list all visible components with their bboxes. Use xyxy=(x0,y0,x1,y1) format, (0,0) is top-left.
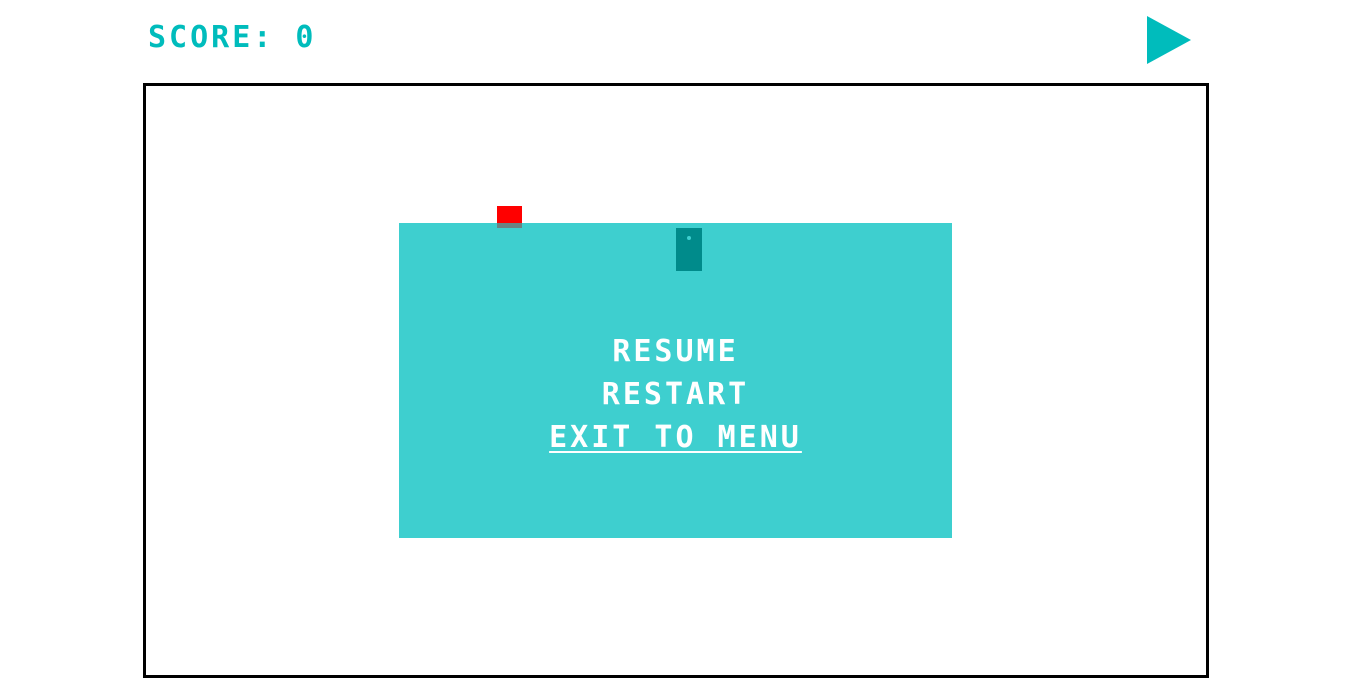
door-knob xyxy=(687,236,691,240)
score-display: SCORE: 0 xyxy=(148,20,317,55)
play-button[interactable] xyxy=(1143,12,1195,68)
restart-button[interactable]: RESTART xyxy=(399,373,952,416)
player-block xyxy=(497,206,522,228)
play-icon-shape xyxy=(1147,16,1191,64)
play-icon xyxy=(1147,16,1191,64)
exit-door xyxy=(676,228,702,271)
pause-menu: RESUME RESTART EXIT TO MENU xyxy=(399,330,952,459)
game-stage[interactable]: RESUME RESTART EXIT TO MENU xyxy=(143,83,1209,678)
player-block-shadow xyxy=(497,223,522,228)
player-block-face xyxy=(497,206,522,223)
exit-to-menu-button[interactable]: EXIT TO MENU xyxy=(399,416,952,459)
resume-button[interactable]: RESUME xyxy=(399,330,952,373)
